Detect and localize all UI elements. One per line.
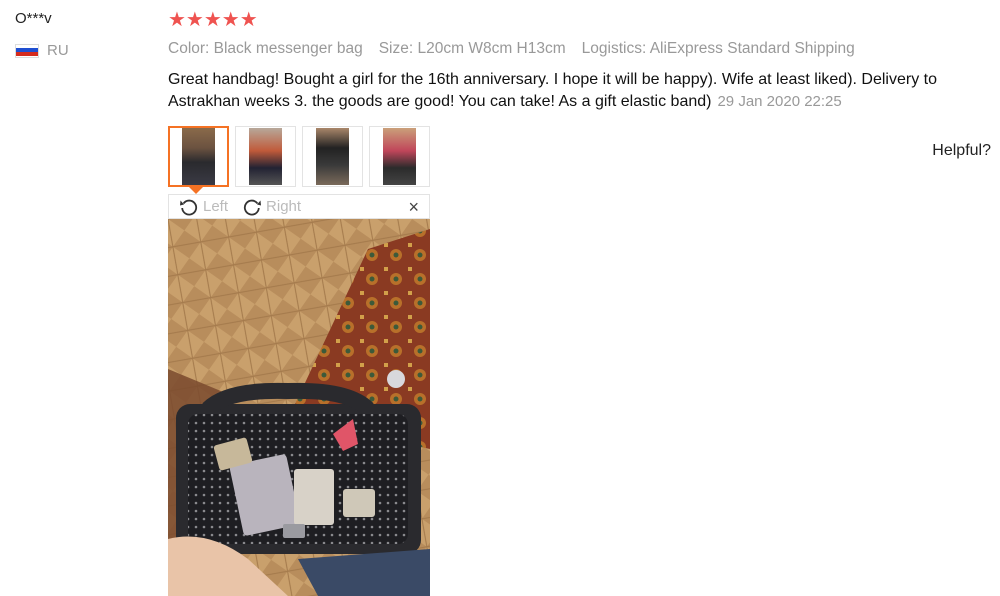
rating-stars: ★★★★★ [168,9,258,31]
photo-viewer-toolbar: Left Right × [168,194,430,219]
color-info: Color: Black messenger bag [168,40,363,57]
review-date: 29 Jan 2020 22:25 [717,93,842,110]
enlarged-review-photo [168,219,430,596]
star-rating: ★★★★★ [168,10,258,30]
photo-thumbnail-4[interactable] [369,126,430,187]
review-photo-thumbnails [168,126,430,194]
photo-thumbnail-3[interactable] [302,126,363,187]
reviewer-country: RU [15,42,69,59]
order-details: Color: Black messenger bag Size: L20cm W… [168,40,855,58]
helpful-link[interactable]: Helpful? [932,142,991,160]
country-code: RU [47,42,69,59]
russia-flag-icon [15,43,39,58]
thumbnail-image [383,128,416,185]
thumbnail-image [182,128,215,185]
rotate-left-label[interactable]: Left [203,198,228,215]
close-icon[interactable]: × [408,198,419,216]
rotate-left-icon[interactable] [179,197,199,217]
thumbnail-image [249,128,282,185]
thumbnail-image [316,128,349,185]
photo-thumbnail-1[interactable] [168,126,229,194]
review-body: Great handbag! Bought a girl for the 16t… [168,69,988,113]
photo-thumbnail-2[interactable] [235,126,296,187]
logistics-info: Logistics: AliExpress Standard Shipping [581,40,855,57]
reviewer-name: O***v [15,10,52,27]
rotate-right-icon[interactable] [242,197,262,217]
size-info: Size: L20cm W8cm H13cm [378,40,566,57]
rotate-right-label[interactable]: Right [266,198,301,215]
